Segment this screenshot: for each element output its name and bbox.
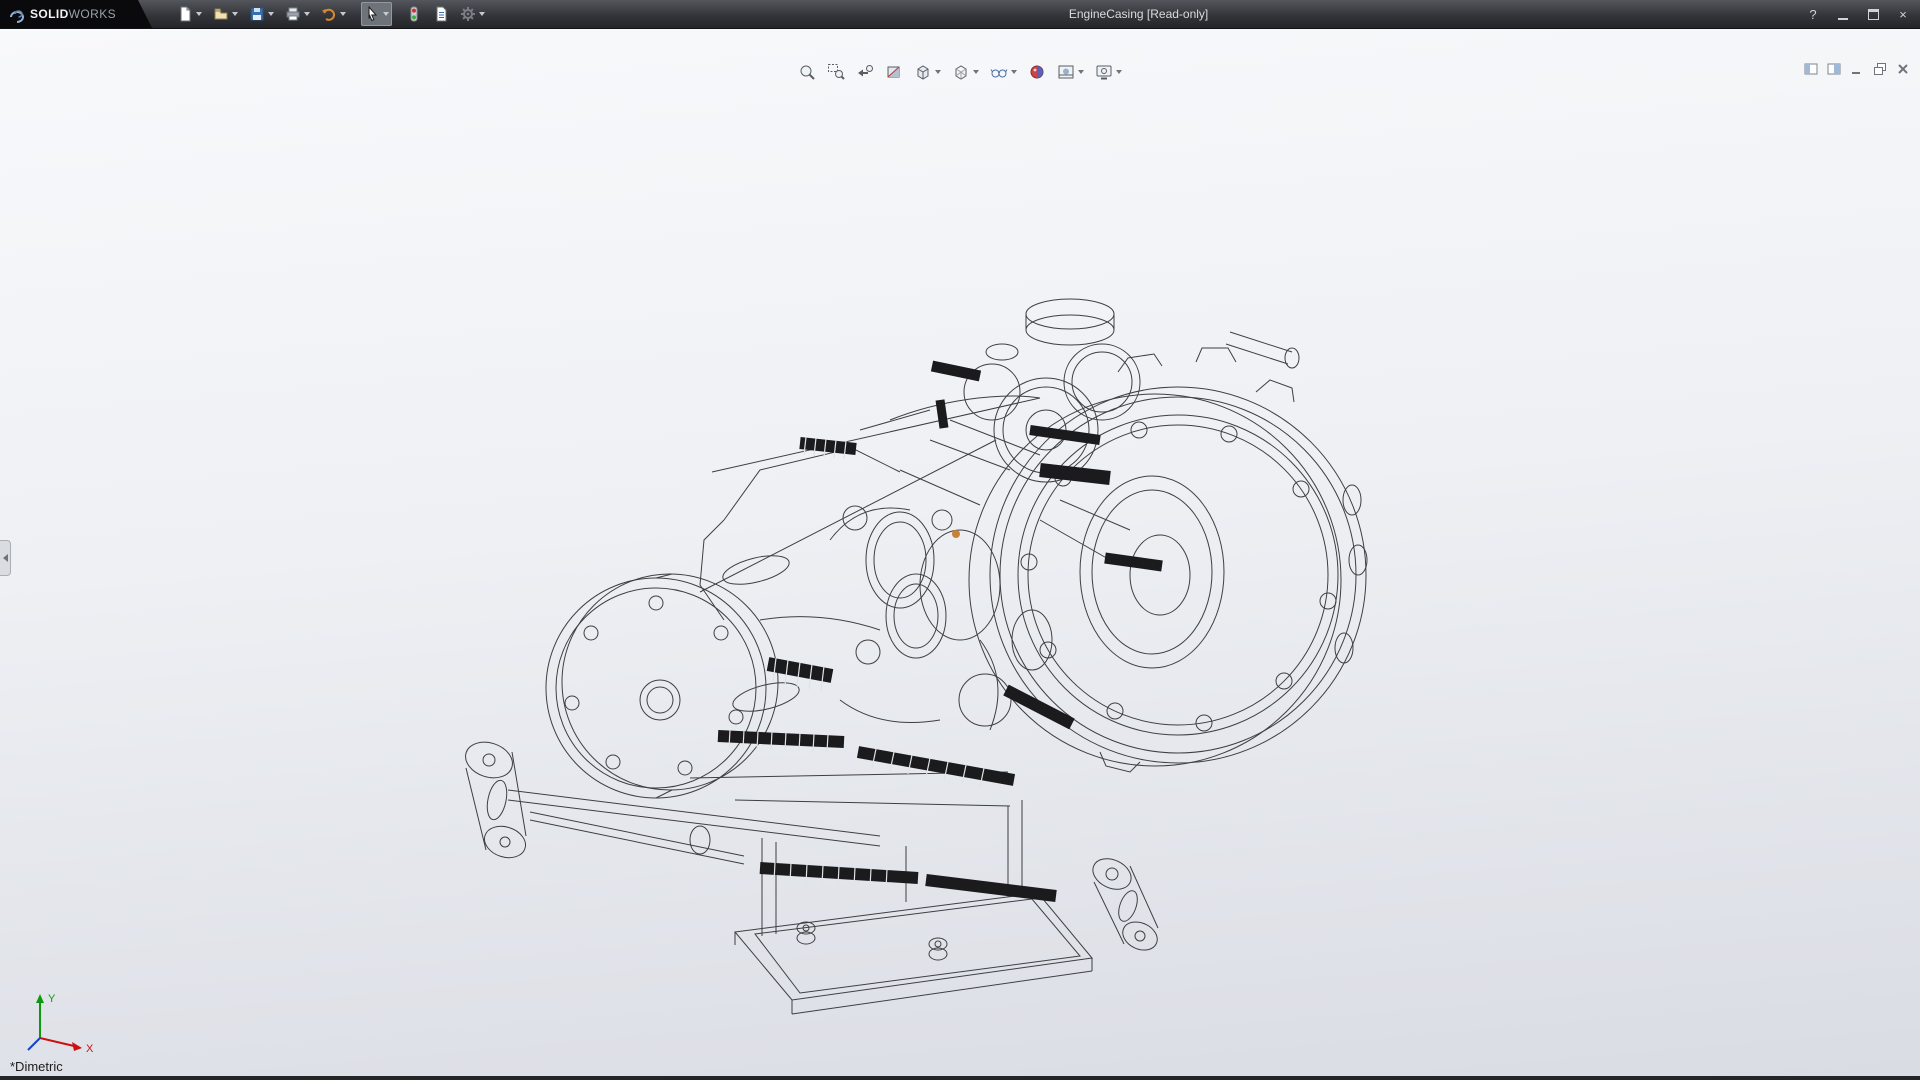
print-button[interactable] [282,2,313,26]
chevron-down-icon [196,12,202,16]
options-button[interactable] [457,2,488,26]
selection-highlight-dot [952,530,960,538]
chevron-down-icon [935,70,941,74]
standard-toolbar [174,2,488,26]
split-pane-button[interactable] [1804,62,1818,81]
view-orientation-button[interactable] [913,62,942,82]
open-button[interactable] [210,2,241,26]
reference-triad: Y X [18,986,98,1058]
chevron-down-icon [1116,70,1122,74]
help-button[interactable]: ? [1804,4,1822,24]
solidworks-window: { "titlebar": { "brand_bold": "SOLID", "… [0,0,1920,1080]
window-controls: ? × [1804,0,1912,28]
display-style-cube-icon [952,63,970,81]
chevron-down-icon [232,12,238,16]
split-pane-icon [1804,62,1818,76]
rebuild-button[interactable] [403,2,425,26]
minimize-button[interactable] [1834,4,1852,24]
maximize-button[interactable] [1864,4,1882,24]
titlebar: SOLIDWORKS [0,0,1920,29]
print-icon [285,6,301,22]
x-axis-label: X [86,1043,94,1055]
select-button[interactable] [361,2,392,26]
undo-icon [321,6,337,22]
save-icon [249,6,265,22]
x-axis-arrow [72,1042,82,1051]
chevron-down-icon [479,12,485,16]
doc-restore-icon [1873,62,1887,76]
heads-up-view-toolbar [797,62,1123,82]
task-pane-icon [1827,62,1841,76]
view-settings-button[interactable] [1094,62,1123,82]
chevron-down-icon [973,70,979,74]
display-style-button[interactable] [951,62,980,82]
brand-solid: SOLID [30,7,69,21]
section-view-button[interactable] [884,62,904,82]
z-axis-line [28,1038,40,1050]
new-document-button[interactable] [174,2,205,26]
doc-restore-button[interactable] [1873,62,1887,81]
edit-appearance-button[interactable] [1027,62,1047,82]
y-axis-label: Y [48,993,56,1005]
minimize-icon [1838,18,1848,20]
save-button[interactable] [246,2,277,26]
doc-close-icon [1896,62,1910,76]
previous-view-button[interactable] [855,62,875,82]
zoom-to-fit-button[interactable] [797,62,817,82]
doc-minimize-button[interactable] [1850,62,1864,81]
solidworks-logo: SOLIDWORKS [0,0,152,28]
view-settings-icon [1095,63,1113,81]
chevron-down-icon [268,12,274,16]
close-button[interactable]: × [1894,4,1912,24]
brand-works: WORKS [69,7,116,21]
window-title: EngineCasing [Read-only] [1069,0,1208,28]
brand-text: SOLIDWORKS [30,7,116,21]
chevron-down-icon [1011,70,1017,74]
apply-scene-icon [1057,63,1075,81]
view-orientation-label: *Dimetric [10,1059,63,1074]
section-view-icon [885,63,903,81]
dassault-3ds-icon [8,6,25,23]
chevron-down-icon [304,12,310,16]
engine-casing-wireframe-model[interactable] [0,0,1920,1080]
doc-minimize-icon [1850,62,1864,76]
open-folder-icon [213,6,229,22]
graphics-viewport[interactable]: Y X *Dimetric [0,28,1920,1080]
hide-show-items-button[interactable] [989,62,1018,82]
collapse-arrow-icon [3,554,8,562]
options-gear-icon [460,6,476,22]
doc-close-button[interactable] [1896,62,1910,81]
hide-show-glasses-icon [990,63,1008,81]
window-bottom-edge [0,1076,1920,1080]
chevron-down-icon [1078,70,1084,74]
file-properties-icon [433,6,449,22]
chevron-down-icon [383,12,389,16]
new-document-icon [177,6,193,22]
edit-appearance-ball-icon [1028,63,1046,81]
task-pane-button[interactable] [1827,62,1841,81]
rebuild-traffic-light-icon [406,6,422,22]
chevron-down-icon [340,12,346,16]
maximize-icon [1868,9,1879,20]
zoom-to-area-icon [827,63,845,81]
zoom-to-area-button[interactable] [826,62,846,82]
zoom-to-fit-icon [798,63,816,81]
previous-view-icon [856,63,874,81]
select-cursor-icon [364,6,380,22]
file-properties-button[interactable] [430,2,452,26]
apply-scene-button[interactable] [1056,62,1085,82]
view-orientation-cube-icon [914,63,932,81]
undo-button[interactable] [318,2,349,26]
featuremanager-collapse-tab[interactable] [0,540,11,576]
document-window-controls [1804,62,1910,81]
y-axis-arrow [36,994,44,1003]
